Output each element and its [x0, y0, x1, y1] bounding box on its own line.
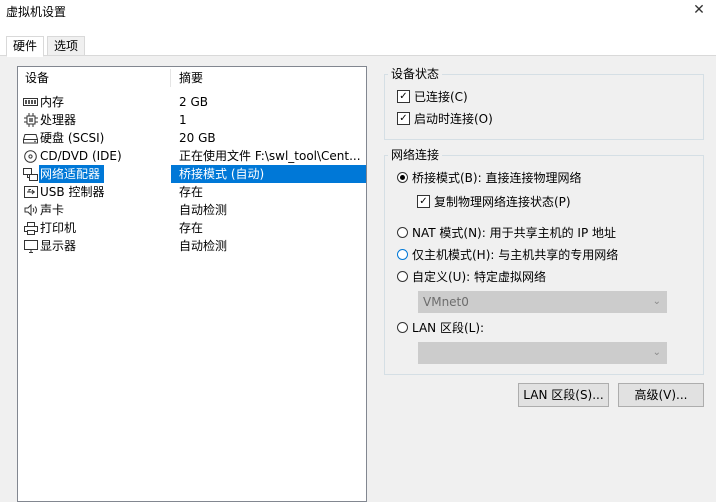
hard-disk-icon — [23, 131, 38, 145]
connected-checkbox[interactable]: ✓ 已连接(C) — [397, 88, 468, 105]
tab-options[interactable]: 选项 — [47, 36, 86, 56]
memory-icon — [23, 95, 38, 109]
device-summary: 自动检测 — [179, 239, 228, 253]
connect-at-power-on-checkbox[interactable]: ✓ 启动时连接(O) — [397, 110, 493, 127]
printer-icon — [23, 221, 38, 235]
column-header-device[interactable]: 设备 — [25, 67, 49, 89]
radio-selected-icon — [397, 172, 408, 183]
device-name: 网络适配器 — [39, 165, 105, 183]
connect-at-power-on-label: 启动时连接(O) — [414, 112, 493, 126]
radio-icon — [397, 322, 408, 333]
device-row-printer[interactable]: 打印机 存在 — [18, 219, 366, 237]
device-summary: 自动检测 — [179, 203, 228, 217]
bridged-label: 桥接模式(B): 直接连接物理网络 — [412, 171, 582, 185]
usb-icon — [23, 185, 38, 199]
device-row-network-adapter[interactable]: 网络适配器 桥接模式 (自动) — [18, 165, 366, 183]
device-name: 处理器 — [40, 113, 77, 127]
custom-radio[interactable]: 自定义(U): 特定虚拟网络 — [397, 268, 546, 285]
nat-radio[interactable]: NAT 模式(N): 用于共享主机的 IP 地址 — [397, 224, 616, 241]
connected-label: 已连接(C) — [414, 90, 468, 104]
device-name: 打印机 — [40, 221, 77, 235]
chevron-down-icon: ⌄ — [652, 296, 661, 307]
radio-icon — [397, 249, 408, 260]
sound-icon — [23, 203, 38, 217]
device-name: 硬盘 (SCSI) — [40, 131, 105, 145]
device-row-memory[interactable]: 内存 2 GB — [18, 93, 366, 111]
monitor-icon — [23, 239, 38, 253]
device-row-usb[interactable]: USB 控制器 存在 — [18, 183, 366, 201]
device-status-title: 设备状态 — [388, 67, 443, 81]
window-title: 虚拟机设置 — [6, 5, 67, 19]
column-separator[interactable] — [170, 69, 171, 87]
device-row-processor[interactable]: 处理器 1 — [18, 111, 366, 129]
check-icon: ✓ — [417, 195, 430, 208]
processor-icon — [23, 113, 38, 127]
device-row-display[interactable]: 显示器 自动检测 — [18, 237, 366, 255]
device-summary: 1 — [179, 113, 187, 127]
device-name: 内存 — [40, 95, 65, 109]
device-list[interactable]: 设备 摘要 内存 2 GB 处理器 1 硬盘 (SCSI) 20 GB CD/D… — [17, 66, 367, 502]
device-summary: 存在 — [179, 221, 204, 235]
host-only-radio[interactable]: 仅主机模式(H): 与主机共享的专用网络 — [397, 246, 618, 263]
custom-network-value: VMnet0 — [423, 295, 469, 309]
device-row-hard-disk[interactable]: 硬盘 (SCSI) 20 GB — [18, 129, 366, 147]
network-connection-title: 网络连接 — [388, 148, 443, 162]
lan-segment-label: LAN 区段(L): — [412, 321, 485, 335]
device-summary: 桥接模式 (自动) — [171, 165, 366, 183]
host-only-label: 仅主机模式(H): 与主机共享的专用网络 — [412, 248, 619, 262]
lan-segment-select[interactable]: ⌄ — [418, 342, 667, 364]
close-icon[interactable]: ✕ — [688, 0, 710, 20]
device-name: 声卡 — [40, 203, 65, 217]
column-header-summary[interactable]: 摘要 — [179, 67, 203, 89]
check-icon: ✓ — [397, 112, 410, 125]
check-icon: ✓ — [397, 90, 410, 103]
device-name: USB 控制器 — [40, 185, 105, 199]
replicate-state-checkbox[interactable]: ✓ 复制物理网络连接状态(P) — [417, 193, 571, 210]
device-summary: 2 GB — [179, 95, 208, 109]
custom-label: 自定义(U): 特定虚拟网络 — [412, 270, 547, 284]
lan-segments-button[interactable]: LAN 区段(S)... — [518, 383, 609, 407]
bridged-radio[interactable]: 桥接模式(B): 直接连接物理网络 — [397, 169, 581, 186]
cd-dvd-icon — [23, 149, 38, 163]
replicate-state-label: 复制物理网络连接状态(P) — [434, 195, 571, 209]
device-summary: 20 GB — [179, 131, 216, 145]
radio-icon — [397, 227, 408, 238]
custom-network-select[interactable]: VMnet0 ⌄ — [418, 291, 667, 313]
tab-hardware[interactable]: 硬件 — [6, 36, 45, 57]
radio-icon — [397, 271, 408, 282]
device-row-cd-dvd[interactable]: CD/DVD (IDE) 正在使用文件 F:\swl_tool\Cent... — [18, 147, 366, 165]
device-status-group — [384, 74, 704, 140]
device-name: CD/DVD (IDE) — [40, 149, 122, 163]
chevron-down-icon: ⌄ — [652, 347, 661, 358]
device-summary: 存在 — [179, 185, 204, 199]
advanced-button[interactable]: 高级(V)... — [618, 383, 704, 407]
device-name: 显示器 — [40, 239, 77, 253]
lan-segment-radio[interactable]: LAN 区段(L): — [397, 319, 484, 336]
nat-label: NAT 模式(N): 用于共享主机的 IP 地址 — [412, 226, 617, 240]
network-adapter-icon — [23, 167, 38, 181]
device-row-sound-card[interactable]: 声卡 自动检测 — [18, 201, 366, 219]
tab-strip-line — [0, 55, 716, 56]
device-summary: 正在使用文件 F:\swl_tool\Cent... — [179, 149, 361, 163]
